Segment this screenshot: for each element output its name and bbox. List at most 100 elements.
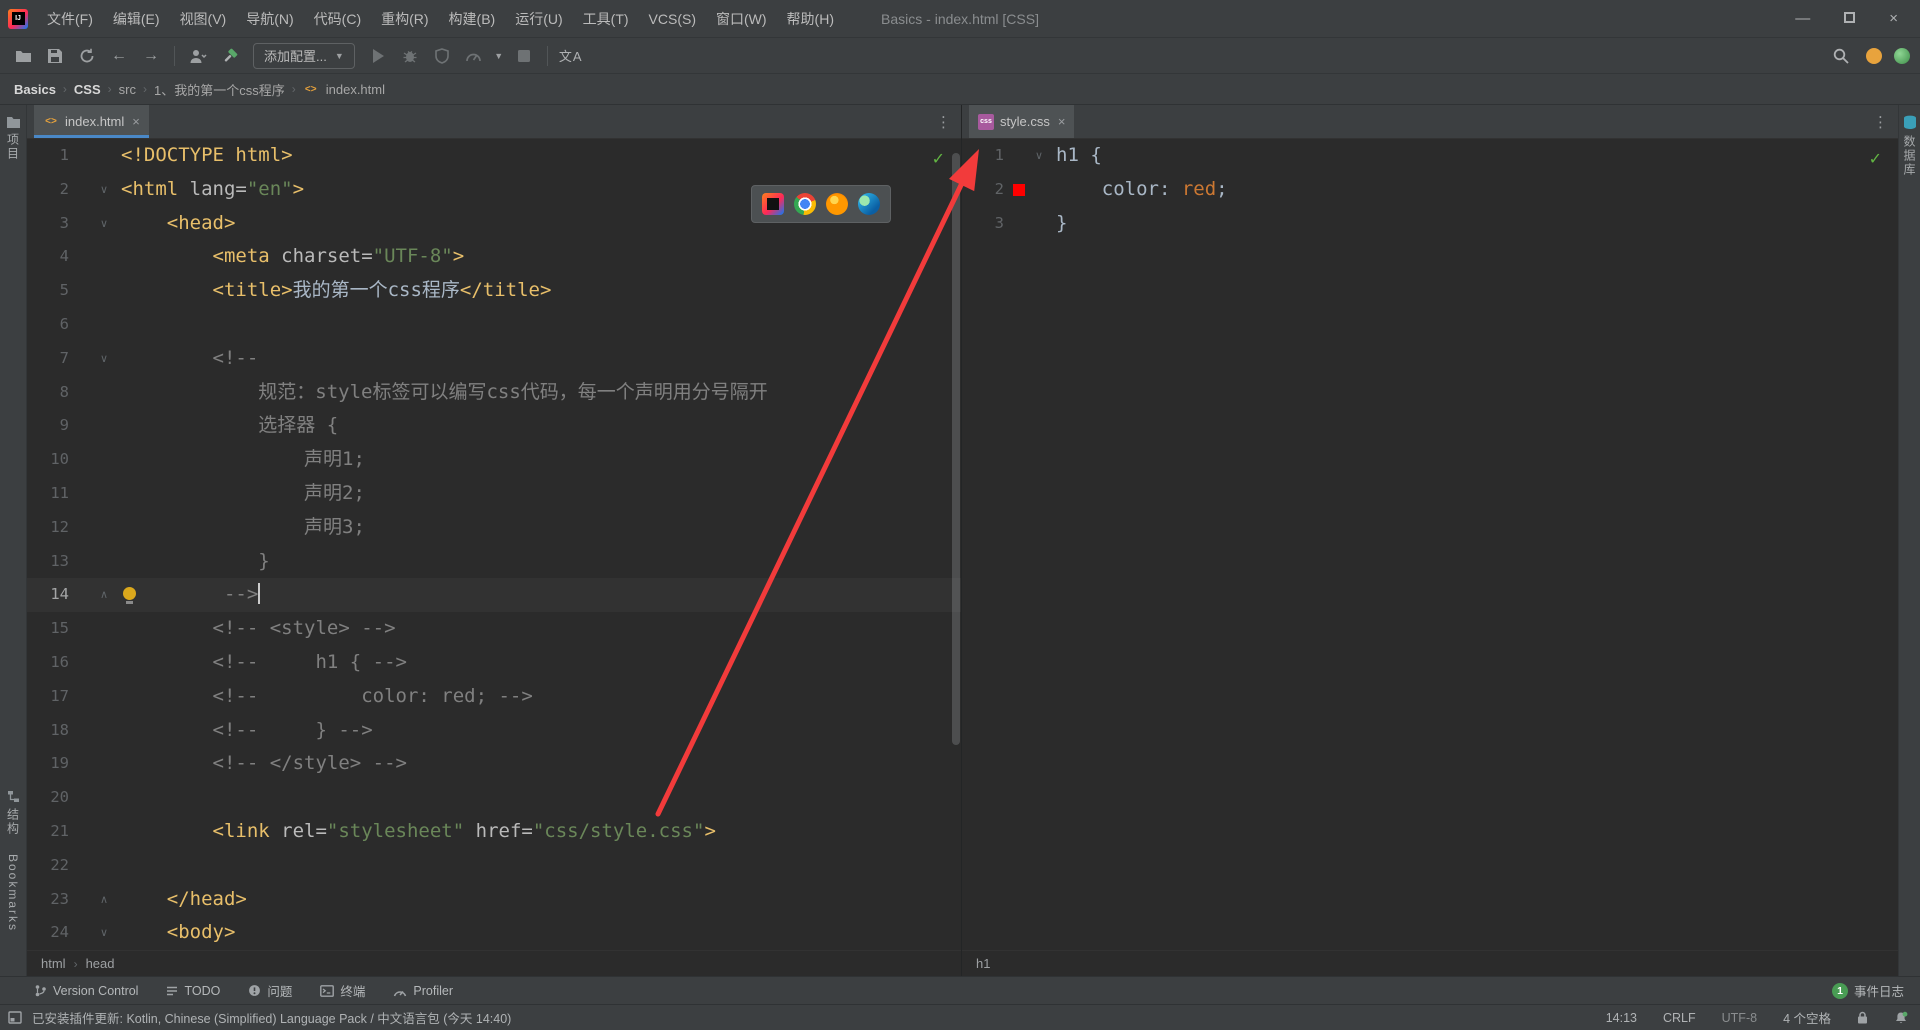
user-profile-icon[interactable] [185,43,211,69]
fold-marker-icon[interactable]: ∧ [93,578,115,612]
code-text[interactable]: <title>我的第一个css程序</title> [115,274,961,308]
fold-marker-icon[interactable]: ∨ [93,916,115,950]
code-text[interactable]: --> [115,578,961,612]
readonly-lock-icon[interactable] [1857,1011,1868,1024]
maximize-icon[interactable] [1844,11,1856,26]
editor-line[interactable]: 18 <!-- } --> [27,714,961,748]
code-text[interactable] [115,308,961,342]
tab-close-icon[interactable]: × [1058,114,1066,129]
inspection-ok-icon[interactable]: ✓ [932,149,945,169]
editor-line[interactable]: 17 <!-- color: red; --> [27,680,961,714]
sync-icon[interactable] [74,43,100,69]
toolwindow-structure-button[interactable]: 结构 [5,790,22,836]
fold-marker-icon[interactable]: ∨ [93,207,115,241]
editor-line[interactable]: 3} [962,207,1898,241]
line-number[interactable]: 19 [27,747,75,781]
editor-line[interactable]: 1 <!DOCTYPE html> [27,139,961,173]
translate-icon[interactable]: 文A [558,43,584,69]
line-number[interactable]: 18 [27,714,75,748]
code-text[interactable]: </head> [115,883,961,917]
run-icon[interactable] [365,43,391,69]
editor-line[interactable]: 6 [27,308,961,342]
editor-line[interactable]: 5 <title>我的第一个css程序</title> [27,274,961,308]
stop-icon[interactable] [511,43,537,69]
event-log-button[interactable]: 1 事件日志 [1831,981,1904,1000]
toolwindow-terminal-button[interactable]: 终端 [320,981,365,1000]
line-number[interactable]: 7 [27,342,75,376]
line-number[interactable]: 9 [27,409,75,443]
code-text[interactable]: } [1050,207,1898,241]
line-number[interactable]: 8 [27,376,75,410]
code-text[interactable]: 选择器 { [115,409,961,443]
encoding-widget[interactable]: UTF-8 [1722,1011,1757,1025]
editor-line[interactable]: 7 ∨ <!-- [27,342,961,376]
crumb-html[interactable]: html [41,956,66,971]
firefox-browser-icon[interactable] [826,193,848,215]
status-message[interactable]: 已安装插件更新: Kotlin, Chinese (Simplified) La… [32,1008,511,1027]
tab-index-html[interactable]: <> index.html × [34,105,149,138]
editor-line[interactable]: 13 } [27,545,961,579]
fold-marker-icon[interactable]: ∧ [93,883,115,917]
editor-index-html[interactable]: 1 <!DOCTYPE html> 2 ∨ <html lang="en"> 3 ∨ <he… [27,139,961,950]
editor-line[interactable]: 21 <link rel="stylesheet" href="css/styl… [27,815,961,849]
close-icon[interactable]: × [1889,11,1898,26]
editor-line[interactable]: 11 声明2; [27,477,961,511]
tab-style-css[interactable]: css style.css × [969,105,1075,138]
gutter-icon-area[interactable] [1010,173,1028,207]
indent-widget[interactable]: 4 个空格 [1783,1008,1831,1027]
breadcrumb-folder[interactable]: 1、我的第一个css程序 [154,80,285,99]
caret-position-widget[interactable]: 14:13 [1606,1011,1637,1025]
toolwindow-todo-button[interactable]: TODO [166,984,220,998]
toolwindow-database-button[interactable]: 数据库 [1901,115,1918,177]
toolwindow-switcher-icon[interactable] [8,1011,22,1024]
minimize-icon[interactable]: — [1795,11,1810,26]
crumb-h1[interactable]: h1 [976,956,990,971]
run-options-chevron-icon[interactable]: ▼ [493,43,505,69]
line-number[interactable]: 2 [962,173,1010,207]
color-swatch-icon[interactable] [1013,183,1025,196]
code-text[interactable]: <!-- } --> [115,714,961,748]
menu-window[interactable]: 窗口(W) [707,5,776,33]
toolwindow-project-button[interactable]: 项目 [5,115,22,161]
menu-code[interactable]: 代码(C) [305,5,370,33]
line-number[interactable]: 23 [27,883,75,917]
editor-line[interactable]: 12 声明3; [27,511,961,545]
forward-icon[interactable]: → [138,43,164,69]
chrome-browser-icon[interactable] [794,193,816,215]
fold-marker-icon[interactable]: ∨ [1028,139,1050,173]
line-number[interactable]: 24 [27,916,75,950]
code-text[interactable]: <!-- <style> --> [115,612,961,646]
breadcrumb-src[interactable]: src [119,82,136,97]
tab-close-icon[interactable]: × [132,114,140,129]
fold-marker-icon[interactable]: ∨ [93,342,115,376]
editor-line[interactable]: 2 color: red; [962,173,1898,207]
menu-view[interactable]: 视图(V) [171,5,236,33]
code-text[interactable]: 声明2; [115,477,961,511]
tab-more-icon[interactable]: ⋮ [1863,113,1898,131]
menu-run[interactable]: 运行(U) [506,5,571,33]
editor-line[interactable]: 23 ∧ </head> [27,883,961,917]
line-number[interactable]: 5 [27,274,75,308]
save-icon[interactable] [42,43,68,69]
line-number[interactable]: 14 [27,578,75,612]
code-text[interactable] [115,849,961,883]
tab-more-icon[interactable]: ⋮ [926,113,961,131]
editor-line[interactable]: 9 选择器 { [27,409,961,443]
fold-marker-icon[interactable]: ∨ [93,173,115,207]
menu-file[interactable]: 文件(F) [38,5,102,33]
toolwindow-bookmarks-button[interactable]: Bookmarks [6,854,20,932]
menu-tools[interactable]: 工具(T) [574,5,638,33]
line-number[interactable]: 17 [27,680,75,714]
run-configuration-select[interactable]: 添加配置... ▼ [253,42,355,69]
line-number[interactable]: 22 [27,849,75,883]
breadcrumb-file[interactable]: index.html [326,82,385,97]
editor-line[interactable]: 15 <!-- <style> --> [27,612,961,646]
line-number[interactable]: 11 [27,477,75,511]
code-text[interactable]: h1 { [1050,139,1898,173]
code-text[interactable]: <!-- color: red; --> [115,680,961,714]
menu-help[interactable]: 帮助(H) [778,5,843,33]
crumb-head[interactable]: head [86,956,115,971]
line-number[interactable]: 20 [27,781,75,815]
code-text[interactable]: } [115,545,961,579]
breadcrumb-project[interactable]: Basics [14,82,56,97]
